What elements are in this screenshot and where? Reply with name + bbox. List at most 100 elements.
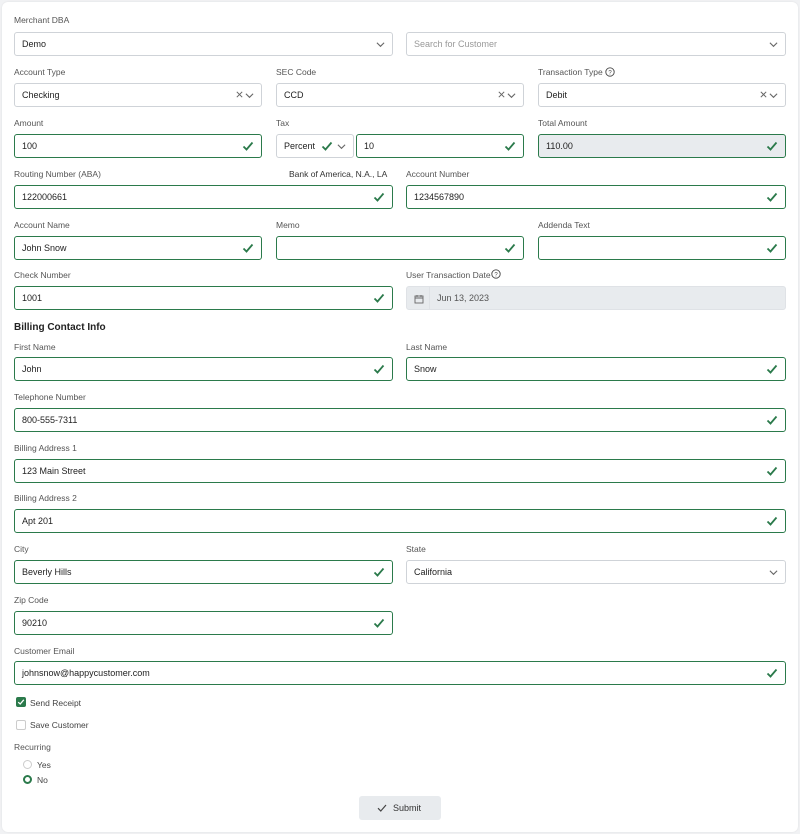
city-label: City — [14, 544, 29, 554]
routing-label: Routing Number (ABA) — [14, 169, 101, 179]
account-number-label: Account Number — [406, 169, 470, 179]
check-number-input[interactable]: 1001 — [14, 286, 393, 310]
tax-input[interactable]: 10 — [356, 134, 524, 158]
recurring-yes-radio[interactable] — [23, 760, 32, 769]
account-name-input[interactable]: John Snow — [14, 236, 262, 260]
first-name-label: First Name — [14, 342, 56, 352]
merchant-select[interactable]: Demo — [14, 32, 393, 56]
send-receipt-label: Send Receipt — [30, 698, 82, 708]
addenda-input[interactable] — [538, 236, 786, 260]
check-icon — [373, 364, 385, 374]
billing-section-title: Billing Contact Info — [14, 322, 106, 333]
state-select[interactable]: California — [406, 560, 786, 584]
chevron-down-icon — [769, 42, 778, 48]
telephone-label: Telephone Number — [14, 392, 86, 402]
chevron-down-icon — [337, 144, 346, 150]
account-name-value: John Snow — [22, 243, 67, 253]
state-value: California — [414, 567, 453, 577]
amount-input[interactable]: 100 — [14, 134, 262, 158]
sec-code-label: SEC Code — [276, 67, 317, 77]
total-amount-value: 110.00 — [546, 141, 573, 151]
email-input[interactable]: johnsnow@happycustomer.com — [14, 661, 786, 685]
check-icon — [373, 192, 385, 202]
zip-label: Zip Code — [14, 595, 49, 605]
transaction-type-select[interactable]: Debit — [538, 83, 786, 107]
clear-icon[interactable] — [759, 90, 768, 99]
routing-value: 122000661 — [22, 192, 68, 202]
total-amount-field: 110.00 — [538, 134, 786, 158]
tax-mode-select[interactable]: Percent — [276, 134, 354, 158]
check-icon — [504, 243, 516, 253]
check-icon — [242, 243, 254, 253]
check-number-label: Check Number — [14, 270, 71, 280]
bank-name: Bank of America, N.A., LA — [289, 169, 388, 179]
recurring-no-label: No — [37, 775, 48, 785]
checkmark-icon — [17, 699, 25, 705]
first-name-input[interactable]: John — [14, 357, 393, 381]
user-date-value: Jun 13, 2023 — [437, 293, 490, 303]
amount-value: 100 — [22, 141, 38, 151]
chevron-down-icon — [376, 42, 385, 48]
total-amount-label: Total Amount — [538, 118, 588, 128]
account-number-value: 1234567890 — [414, 192, 465, 202]
account-type-value: Checking — [22, 90, 60, 100]
recurring-yes-label: Yes — [37, 760, 51, 770]
account-name-label: Account Name — [14, 220, 70, 230]
check-icon — [373, 618, 385, 628]
email-label: Customer Email — [14, 646, 75, 656]
address1-input[interactable]: 123 Main Street — [14, 459, 786, 483]
routing-input[interactable]: 122000661 — [14, 185, 393, 209]
recurring-label: Recurring — [14, 742, 51, 752]
recurring-no-radio[interactable] — [23, 775, 32, 784]
transaction-type-value: Debit — [546, 90, 568, 100]
submit-button[interactable]: Submit — [359, 796, 441, 820]
customer-search-select[interactable]: Search for Customer — [406, 32, 786, 56]
chevron-down-icon — [507, 93, 516, 99]
check-icon — [766, 668, 778, 678]
last-name-value: Snow — [414, 364, 437, 374]
check-icon — [504, 141, 516, 151]
account-type-select[interactable]: Checking — [14, 83, 262, 107]
clear-icon[interactable] — [497, 90, 506, 99]
sec-code-value: CCD — [284, 90, 304, 100]
tax-value: 10 — [364, 141, 375, 151]
date-divider — [429, 287, 430, 309]
save-customer-checkbox[interactable] — [16, 720, 26, 730]
telephone-input[interactable]: 800-555-7311 — [14, 408, 786, 432]
check-icon — [373, 567, 385, 577]
amount-label: Amount — [14, 118, 44, 128]
zip-input[interactable]: 90210 — [14, 611, 393, 635]
last-name-input[interactable]: Snow — [406, 357, 786, 381]
chevron-down-icon — [769, 570, 778, 576]
check-icon — [766, 192, 778, 202]
merchant-label: Merchant DBA — [14, 15, 70, 25]
memo-label: Memo — [276, 220, 300, 230]
address2-value: Apt 201 — [22, 516, 54, 526]
check-icon — [766, 243, 778, 253]
city-input[interactable]: Beverly Hills — [14, 560, 393, 584]
help-icon[interactable]: ? — [605, 67, 615, 77]
help-icon[interactable]: ? — [491, 269, 501, 279]
check-icon — [242, 141, 254, 151]
address1-label: Billing Address 1 — [14, 443, 77, 453]
sec-code-select[interactable]: CCD — [276, 83, 524, 107]
memo-input[interactable] — [276, 236, 524, 260]
account-number-input[interactable]: 1234567890 — [406, 185, 786, 209]
check-icon — [766, 516, 778, 526]
check-icon — [321, 141, 333, 151]
check-icon — [377, 804, 387, 812]
zip-value: 90210 — [22, 618, 48, 628]
last-name-label: Last Name — [406, 342, 448, 352]
clear-icon[interactable] — [235, 90, 244, 99]
email-value: johnsnow@happycustomer.com — [22, 668, 150, 678]
merchant-value: Demo — [22, 39, 47, 49]
send-receipt-checkbox[interactable] — [16, 697, 26, 707]
address2-input[interactable]: Apt 201 — [14, 509, 786, 533]
address2-label: Billing Address 2 — [14, 493, 77, 503]
account-type-label: Account Type — [14, 67, 66, 77]
save-customer-label: Save Customer — [30, 720, 89, 730]
check-icon — [766, 466, 778, 476]
user-date-field: Jun 13, 2023 — [406, 286, 786, 310]
city-value: Beverly Hills — [22, 567, 72, 577]
user-date-label: User Transaction Date — [406, 270, 491, 280]
